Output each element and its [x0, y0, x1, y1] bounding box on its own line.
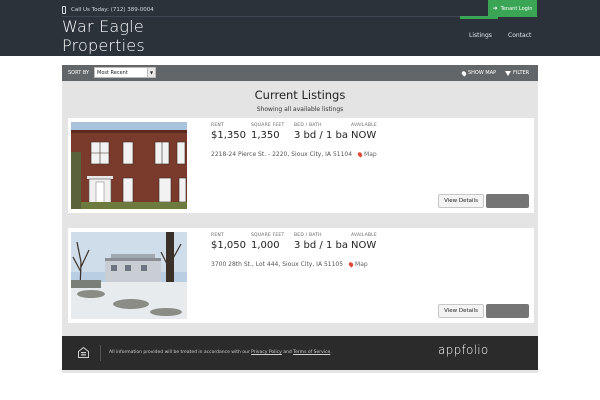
rent-value: $1,350: [211, 130, 246, 141]
phone-contact[interactable]: Call Us Today: (712) 389-0004: [62, 5, 154, 15]
filter-button[interactable]: FILTER: [505, 70, 529, 76]
sort-select[interactable]: Most Recent ▼: [94, 67, 156, 78]
listing-attributes: RENT $1,350 SQUARE FEET 1,350 BED / BATH…: [211, 123, 391, 141]
filter-label: FILTER: [513, 70, 530, 76]
footer-disclaimer: All information provided will be treated…: [109, 350, 332, 355]
footer-text-end: .: [330, 350, 332, 355]
site-footer: All information provided will be treated…: [62, 336, 538, 370]
phone-icon: [62, 6, 66, 14]
sort-by-label: SORT BY: [68, 70, 90, 76]
bed-bath-attribute: BED / BATH 3 bd / 1 ba: [294, 123, 351, 141]
rent-label: RENT: [211, 123, 224, 128]
rent-attribute: RENT $1,050: [211, 233, 251, 251]
bottom-strip: [62, 370, 538, 373]
chevron-down-icon: ▼: [147, 68, 155, 77]
listing-attributes: RENT $1,050 SQUARE FEET 1,000 BED / BATH…: [211, 233, 391, 251]
bed-bath-value: 3 bd / 1 ba: [294, 240, 348, 251]
mobile-home-photo: [71, 232, 187, 319]
filter-icon: [505, 70, 511, 76]
brick-house-photo: [71, 122, 187, 209]
listing-address-row: 3700 28th St., Lot 444, Sioux City, IA 5…: [211, 261, 368, 268]
phone-text: Call Us Today: (712) 389-0004: [71, 7, 154, 13]
available-value: NOW: [351, 240, 377, 251]
terms-of-service-link[interactable]: Terms of Service: [293, 350, 330, 355]
bed-bath-label: BED / BATH: [294, 123, 322, 128]
rent-attribute: RENT $1,350: [211, 123, 251, 141]
page-title: Current Listings: [254, 88, 346, 102]
map-pin-icon: [356, 151, 364, 158]
show-map-button[interactable]: SHOW MAP: [460, 69, 497, 77]
bed-bath-label: BED / BATH: [294, 233, 322, 238]
nav-active-indicator: [460, 16, 498, 19]
available-value: NOW: [351, 130, 377, 141]
rent-label: RENT: [211, 233, 224, 238]
listing-card: RENT $1,350 SQUARE FEET 1,350 BED / BATH…: [68, 118, 534, 213]
square-feet-attribute: SQUARE FEET 1,350: [251, 123, 294, 141]
square-feet-value: 1,350: [251, 130, 280, 141]
listing-address: 2218-24 Pierce St. - 2220, Sioux City, I…: [211, 151, 353, 158]
bed-bath-value: 3 bd / 1 ba: [294, 130, 348, 141]
map-link-label: Map: [364, 151, 377, 158]
view-details-button[interactable]: View Details: [438, 194, 484, 208]
square-feet-label: SQUARE FEET: [251, 233, 285, 238]
available-label: AVAILABLE: [351, 123, 377, 128]
footer-text-and: and: [281, 350, 294, 355]
map-pin-icon: [347, 261, 355, 268]
site-logo[interactable]: War Eagle Properties: [62, 17, 145, 55]
square-feet-value: 1,000: [251, 240, 280, 251]
site-header: Call Us Today: (712) 389-0004 War Eagle …: [0, 0, 600, 56]
view-details-button[interactable]: View Details: [438, 304, 484, 318]
page-subtitle: Showing all available listings: [256, 106, 344, 113]
rent-value: $1,050: [211, 240, 246, 251]
bed-bath-attribute: BED / BATH 3 bd / 1 ba: [294, 233, 351, 251]
sort-select-value: Most Recent: [97, 69, 128, 76]
available-attribute: AVAILABLE NOW: [351, 123, 391, 141]
show-map-label: SHOW MAP: [468, 70, 497, 76]
equal-housing-icon: [78, 347, 89, 358]
apply-now-button[interactable]: [486, 194, 529, 208]
tenant-login-button[interactable]: ➜ Tenant Login: [488, 0, 537, 17]
listing-address-row: 2218-24 Pierce St. - 2220, Sioux City, I…: [211, 151, 377, 158]
map-link[interactable]: Map: [347, 261, 368, 268]
listing-photo[interactable]: [71, 232, 187, 319]
available-attribute: AVAILABLE NOW: [351, 233, 391, 251]
privacy-policy-link[interactable]: Privacy Policy: [251, 350, 282, 355]
login-arrow-icon: ➜: [492, 4, 498, 12]
tenant-login-label: Tenant Login: [500, 5, 533, 12]
listings-toolbar: SORT BY Most Recent ▼ SHOW MAP FILTER: [62, 65, 538, 81]
apply-now-button[interactable]: [486, 304, 529, 318]
listing-address: 3700 28th St., Lot 444, Sioux City, IA 5…: [211, 261, 344, 268]
square-feet-label: SQUARE FEET: [251, 123, 285, 128]
map-link-label: Map: [355, 261, 368, 268]
nav-contact[interactable]: Contact: [508, 32, 531, 39]
map-link[interactable]: Map: [356, 151, 377, 158]
listing-card: RENT $1,050 SQUARE FEET 1,000 BED / BATH…: [68, 228, 534, 323]
logo-line-1: War Eagle: [62, 17, 144, 36]
nav-listings[interactable]: Listings: [469, 32, 492, 39]
listing-photo[interactable]: [71, 122, 187, 209]
logo-line-2: Properties: [62, 35, 145, 55]
footer-text-before: All information provided will be treated…: [109, 350, 252, 355]
appfolio-logo[interactable]: appfolio: [438, 343, 489, 357]
map-pin-icon: [460, 69, 468, 77]
square-feet-attribute: SQUARE FEET 1,000: [251, 233, 294, 251]
footer-divider: [100, 345, 101, 361]
available-label: AVAILABLE: [351, 233, 377, 238]
